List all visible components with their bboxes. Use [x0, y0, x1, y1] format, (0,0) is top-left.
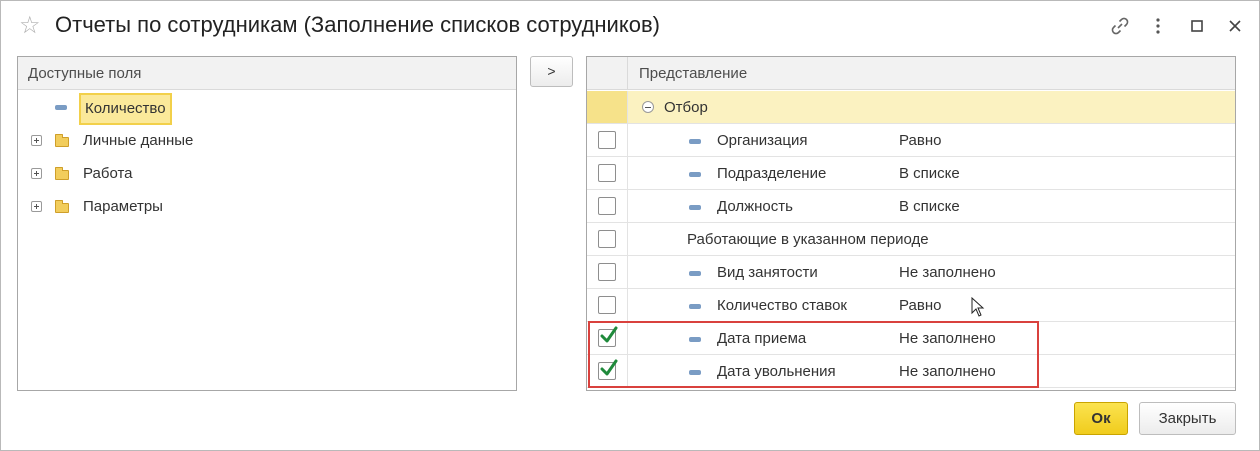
check-cell	[587, 157, 628, 189]
filter-field-label: Организация	[717, 132, 808, 149]
available-fields-header: Доступные поля	[18, 57, 516, 90]
filter-group-row[interactable]: Отбор	[587, 91, 1235, 124]
check-cell	[587, 289, 628, 321]
filter-field-label: Должность	[717, 198, 793, 215]
row-checkbox[interactable]	[598, 164, 616, 182]
filter-condition[interactable]: Не заполнено	[899, 322, 996, 355]
star-icon[interactable]: ☆	[19, 13, 45, 39]
row-checkbox[interactable]	[598, 263, 616, 281]
tree-item-personal-data[interactable]: Личные данные	[18, 124, 516, 157]
field-icon	[689, 172, 701, 177]
window-title: Отчеты по сотрудникам (Заполнение списко…	[55, 12, 660, 37]
check-cell	[587, 91, 628, 123]
filter-row-department[interactable]: Подразделение В списке	[587, 157, 1235, 190]
link-icon[interactable]	[1107, 13, 1133, 39]
field-icon	[689, 370, 701, 375]
filter-field-label: Дата увольнения	[717, 363, 836, 380]
row-checkbox[interactable]	[598, 131, 616, 149]
filter-row-hire-date[interactable]: Дата приема Не заполнено	[587, 322, 1235, 355]
filter-condition[interactable]: В списке	[899, 157, 960, 190]
filter-row-employment-type[interactable]: Вид занятости Не заполнено	[587, 256, 1235, 289]
filter-condition[interactable]: Равно	[899, 124, 941, 157]
check-cell	[587, 355, 628, 387]
check-cell	[587, 124, 628, 156]
tree-item-work[interactable]: Работа	[18, 157, 516, 190]
tree-item-label: Работа	[83, 165, 133, 182]
field-icon	[689, 271, 701, 276]
tree-item-quantity-label[interactable]: Количество	[79, 93, 172, 125]
filter-row-working-in-period[interactable]: Работающие в указанном периоде	[587, 223, 1235, 256]
folder-icon	[55, 200, 69, 213]
filter-condition[interactable]: Не заполнено	[899, 256, 996, 289]
expand-icon[interactable]	[31, 135, 42, 146]
mouse-cursor-icon	[971, 297, 985, 317]
check-cell	[587, 256, 628, 288]
checkmark-icon	[600, 326, 618, 343]
check-cell	[587, 190, 628, 222]
check-column-header	[587, 57, 628, 90]
available-fields-panel: Доступные поля Количество Личные данные …	[17, 56, 517, 391]
expand-icon[interactable]	[31, 168, 42, 179]
check-cell	[587, 322, 628, 354]
row-checkbox-checked[interactable]	[598, 326, 618, 347]
folder-icon	[55, 134, 69, 147]
filter-field-label: Дата приема	[717, 330, 807, 347]
field-icon	[55, 105, 67, 110]
filter-grid: Представление Отбор Организация Равно По…	[586, 56, 1236, 391]
row-checkbox[interactable]	[598, 197, 616, 215]
collapse-icon[interactable]	[642, 101, 654, 113]
filter-condition[interactable]: Равно	[899, 289, 941, 322]
filter-row-organization[interactable]: Организация Равно	[587, 124, 1235, 157]
row-checkbox[interactable]	[598, 230, 616, 248]
tree-item-label: Личные данные	[83, 132, 194, 149]
filter-condition[interactable]: В списке	[899, 190, 960, 223]
column-header-presentation: Представление	[639, 65, 748, 82]
dialog-window: ☆ Отчеты по сотрудникам (Заполнение спис…	[0, 0, 1260, 451]
field-icon	[689, 337, 701, 342]
check-cell	[587, 223, 628, 255]
filter-row-dismissal-date[interactable]: Дата увольнения Не заполнено	[587, 355, 1235, 388]
filter-field-label: Вид занятости	[717, 264, 818, 281]
row-checkbox-checked[interactable]	[598, 359, 618, 380]
filter-field-label: Работающие в указанном периоде	[687, 231, 929, 248]
filter-field-label: Количество ставок	[717, 297, 847, 314]
ok-button[interactable]: Ок	[1074, 402, 1128, 435]
filter-field-label: Подразделение	[717, 165, 827, 182]
filter-row-position[interactable]: Должность В списке	[587, 190, 1235, 223]
folder-icon	[55, 167, 69, 180]
more-icon[interactable]	[1145, 13, 1171, 39]
title-bar: ☆ Отчеты по сотрудникам (Заполнение спис…	[1, 1, 1259, 53]
tree-item-label: Параметры	[83, 198, 163, 215]
add-field-button[interactable]: >	[530, 56, 573, 87]
filter-group-label: Отбор	[664, 99, 708, 116]
close-button[interactable]: Закрыть	[1139, 402, 1236, 435]
tree-item-parameters[interactable]: Параметры	[18, 190, 516, 223]
field-icon	[689, 139, 701, 144]
expand-icon[interactable]	[31, 201, 42, 212]
close-icon[interactable]	[1222, 13, 1248, 39]
checkmark-icon	[600, 359, 618, 376]
filter-condition[interactable]: Не заполнено	[899, 355, 996, 388]
maximize-icon[interactable]	[1184, 13, 1210, 39]
field-icon	[689, 304, 701, 309]
filter-row-rate-count[interactable]: Количество ставок Равно	[587, 289, 1235, 322]
row-checkbox[interactable]	[598, 296, 616, 314]
grid-header: Представление	[587, 57, 1235, 90]
field-icon	[689, 205, 701, 210]
